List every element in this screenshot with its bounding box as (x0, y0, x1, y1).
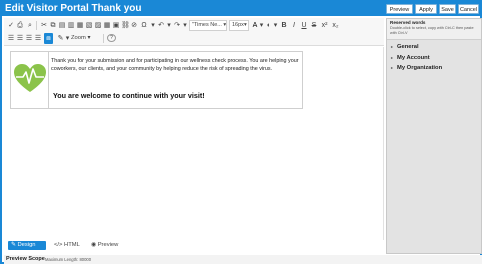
tree-item-general[interactable]: ▸ General (391, 43, 419, 51)
save-button[interactable]: Save (439, 4, 456, 14)
text-color-icon[interactable]: A (251, 20, 259, 31)
underline-icon[interactable]: U (300, 20, 308, 31)
cut-icon[interactable]: ✂ (40, 20, 48, 31)
maximum-length-text: Maximum Length: 80000 (45, 257, 92, 262)
thank-you-message: Thank you for your submission and for pa… (51, 58, 299, 72)
undo-dropdown-chevron-icon[interactable]: ▾ (166, 20, 172, 31)
paste-word-icon[interactable]: ▦ (76, 20, 84, 31)
align-left-icon[interactable]: ☰ (7, 33, 15, 44)
preview-scope-label: Preview Scope (6, 256, 45, 262)
tree-item-my-account[interactable]: ▸ My Account (391, 54, 430, 62)
paintbrush-icon[interactable]: ✎ (56, 33, 65, 44)
editor-content-area[interactable]: Thank you for your submission and for pa… (4, 47, 384, 240)
italic-icon[interactable]: I (290, 20, 298, 31)
title-bar: Edit Visitor Portal Thank you Preview Ap… (2, 2, 480, 16)
help-icon[interactable]: ? (107, 34, 116, 42)
apply-button[interactable]: Apply (415, 4, 437, 14)
paste-text-icon[interactable]: ▥ (67, 20, 75, 31)
expand-caret-icon[interactable]: ▸ (391, 65, 393, 70)
find-icon[interactable]: ⌕ (26, 20, 34, 31)
subscript-icon[interactable]: x₂ (331, 20, 340, 31)
align-right-icon[interactable]: ☰ (25, 33, 33, 44)
welcome-message: You are welcome to continue with your vi… (53, 91, 205, 100)
redo-icon[interactable]: ↷ (173, 20, 181, 31)
align-justify-icon[interactable]: ☰ (34, 33, 42, 44)
highlight-color-icon[interactable]: ◐ (265, 20, 273, 31)
eye-icon: ◉ (91, 242, 97, 248)
spellcheck-icon[interactable]: ✓ (7, 20, 15, 31)
thank-you-card: Thank you for your submission and for pa… (10, 51, 303, 109)
reserved-words-hint: Double-click to select, copy with Ctrl-C… (390, 26, 474, 35)
heart-logo (11, 52, 49, 108)
print-icon[interactable]: ⎙ (16, 20, 24, 31)
strikethrough-icon[interactable]: S (310, 20, 318, 31)
toolbar-separator (103, 34, 104, 43)
toolbar-row-1: ✓ ⎙ ⌕ ✂ ⧉ ▤ ▥ ▦ ▧ ▨ ▦ ▣ ⛓ ⊘ Ω ▾ ↶ ▾ ↷ ▾ … (4, 19, 384, 32)
text-color-chevron-icon[interactable]: ▾ (259, 20, 264, 31)
code-icon: </> (54, 242, 63, 248)
expand-caret-icon[interactable]: ▸ (391, 55, 393, 60)
cancel-button[interactable]: Cancel (458, 4, 479, 14)
paintbrush-chevron-icon[interactable]: ▾ (65, 33, 70, 44)
expand-caret-icon[interactable]: ▸ (391, 44, 393, 49)
preview-button[interactable]: Preview (386, 4, 413, 14)
pencil-icon: ✎ (11, 242, 16, 248)
tab-preview[interactable]: ◉ Preview (88, 241, 124, 250)
table-icon[interactable]: ▦ (103, 20, 111, 31)
format-icon[interactable]: ▧ (85, 20, 93, 31)
redo-dropdown-chevron-icon[interactable]: ▾ (182, 20, 188, 31)
clear-format-icon[interactable]: ▨ (94, 20, 102, 31)
font-size-select[interactable]: 16px▾ (229, 20, 249, 31)
symbol-dropdown-chevron-icon[interactable]: ▾ (150, 20, 156, 31)
reserved-words-header: Reserved words Double-click to select, c… (387, 19, 481, 40)
symbol-icon[interactable]: Ω (139, 20, 149, 31)
reserved-words-title: Reserved words (390, 20, 426, 25)
status-footer: Preview Scope Maximum Length: 80000 (4, 255, 482, 264)
undo-icon[interactable]: ↶ (157, 20, 165, 31)
toolbar-row-2: ☰ ☰ ☰ ☰ ⧈ ✎ ▾ Zoom ▾ ? (4, 32, 384, 45)
paste-icon[interactable]: ▤ (58, 20, 66, 31)
link-icon[interactable]: ⛓ (121, 20, 130, 31)
tree-item-my-organization[interactable]: ▸ My Organization (391, 64, 442, 72)
tab-design[interactable]: ✎ Design (8, 241, 46, 250)
heart-monitor-icon (14, 64, 46, 92)
reserved-words-panel: Reserved words Double-click to select, c… (386, 18, 482, 254)
unlink-icon[interactable]: ⊘ (130, 20, 138, 31)
toolbar-separator (36, 21, 37, 30)
format-painter-icon[interactable]: ⧈ (44, 33, 53, 44)
editor-mode-bar: ✎ Design </> HTML ◉ Preview (4, 240, 384, 251)
formatting-toolbar: ✓ ⎙ ⌕ ✂ ⧉ ▤ ▥ ▦ ▧ ▨ ▦ ▣ ⛓ ⊘ Ω ▾ ↶ ▾ ↷ ▾ … (4, 18, 384, 46)
window-title: Edit Visitor Portal Thank you (5, 3, 142, 14)
copy-icon[interactable]: ⧉ (49, 20, 57, 31)
align-center-icon[interactable]: ☰ (16, 33, 24, 44)
zoom-select[interactable]: Zoom ▾ (71, 33, 101, 44)
tab-html[interactable]: </> HTML (51, 241, 81, 250)
superscript-icon[interactable]: x² (320, 20, 329, 31)
font-family-select[interactable]: "Times Ne... ▾ (189, 20, 227, 31)
editor-window: Edit Visitor Portal Thank you Preview Ap… (0, 0, 482, 264)
bold-icon[interactable]: B (280, 20, 288, 31)
highlight-color-chevron-icon[interactable]: ▾ (273, 20, 278, 31)
insert-image-icon[interactable]: ▣ (112, 20, 120, 31)
